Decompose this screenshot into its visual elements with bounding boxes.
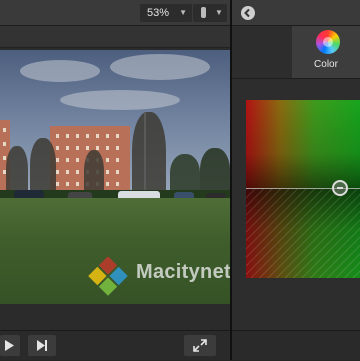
viewer-panel: 53% ▼ ▼ Macitynet.it xyxy=(0,0,249,360)
back-arrow-icon xyxy=(244,8,250,18)
tree xyxy=(6,146,28,196)
play-button[interactable] xyxy=(0,335,20,356)
viewer-subbar xyxy=(0,26,230,48)
color-board[interactable] xyxy=(246,100,360,278)
cloud xyxy=(60,90,180,110)
view-options-button[interactable]: ▼ xyxy=(193,4,227,22)
tab-color[interactable]: Color xyxy=(292,26,360,79)
chevron-down-icon: ▼ xyxy=(179,8,187,17)
color-wheel-icon xyxy=(316,30,340,54)
fullscreen-button[interactable] xyxy=(184,335,216,356)
divider xyxy=(232,78,360,79)
zoom-popup[interactable]: 53% ▼ xyxy=(140,4,192,22)
view-options-icon xyxy=(201,7,206,18)
transport-bar xyxy=(0,330,230,360)
color-board-shade xyxy=(246,100,360,189)
tree xyxy=(200,148,230,196)
zoom-value: 53% xyxy=(147,7,170,19)
go-to-end-button[interactable] xyxy=(28,335,56,356)
color-puck-icon[interactable] xyxy=(332,180,348,196)
watermark-logo xyxy=(88,256,128,296)
color-inspector: Color xyxy=(232,0,360,360)
chevron-down-icon: ▼ xyxy=(215,8,223,17)
viewer-toolbar: 53% ▼ ▼ xyxy=(0,0,230,26)
color-tab-label: Color xyxy=(314,59,338,70)
fullscreen-icon xyxy=(193,339,207,352)
watermark: Macitynet.it xyxy=(86,252,249,298)
tree xyxy=(132,112,166,198)
color-board-hatch xyxy=(246,189,360,278)
cloud xyxy=(110,54,210,80)
street-lamp xyxy=(144,112,146,198)
tree xyxy=(30,138,56,196)
cloud xyxy=(20,60,100,82)
skip-to-end-icon xyxy=(37,340,47,351)
play-icon xyxy=(5,340,14,351)
back-button[interactable] xyxy=(241,6,255,20)
inspector-footer xyxy=(232,330,360,360)
inspector-toolbar xyxy=(232,0,360,26)
